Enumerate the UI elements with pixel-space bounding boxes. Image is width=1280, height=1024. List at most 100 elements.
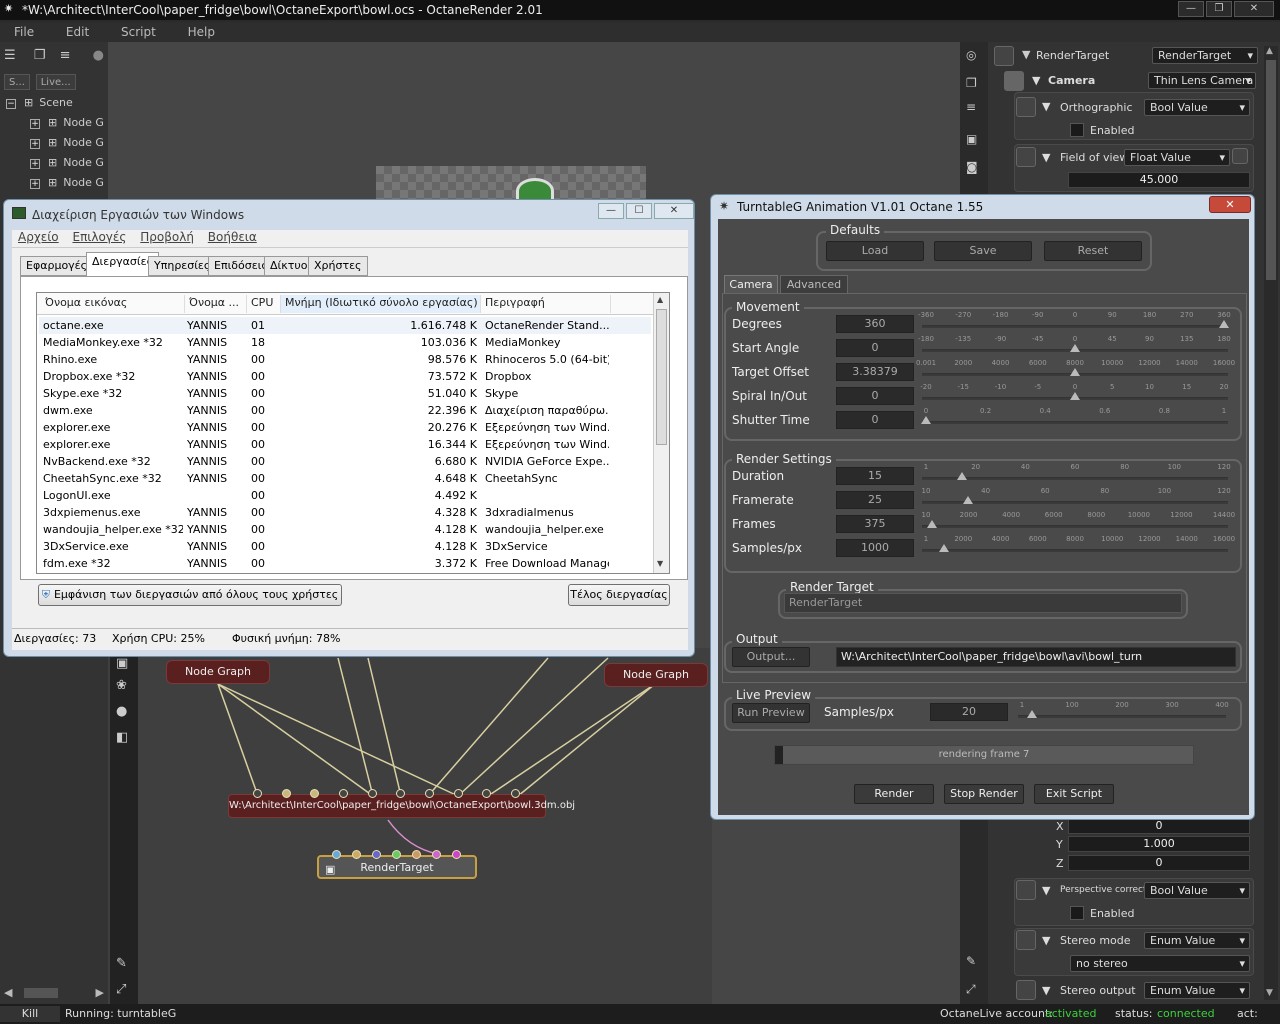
node-pin[interactable] [412, 850, 421, 859]
menu-script[interactable]: Script [121, 25, 156, 39]
scroll-thumb[interactable] [23, 988, 58, 998]
move-row-value-field[interactable]: 3.38379 [836, 363, 914, 381]
render-target-field[interactable]: RenderTarget [784, 593, 1182, 613]
close-button[interactable]: ✕ [654, 203, 694, 219]
image-icon[interactable]: ▣ [966, 132, 977, 146]
process-row[interactable]: explorer.exe YANNIS 00 20.276 K Εξερεύνηση τ… [39, 419, 651, 436]
tree-item[interactable]: + ⊞ Node G [30, 176, 104, 189]
slider-handle[interactable] [1070, 392, 1080, 400]
render-row-value-field[interactable]: 15 [836, 467, 914, 485]
expand-arrow-icon[interactable]: ▼ [1042, 884, 1050, 897]
slider-track[interactable] [922, 421, 1228, 424]
move-row-slider[interactable]: 0 0.2 0.4 0.6 0.8 1 [921, 407, 1228, 429]
node-graph-node-2[interactable]: Node Graph [604, 663, 708, 687]
expand-arrow-icon[interactable]: ▼ [1042, 984, 1050, 997]
render-row-slider[interactable]: 1 2000 4000 6000 8000 10000 12000 14000 16000 [922, 535, 1235, 557]
column-memory[interactable]: Μνήμη (Ιδιωτικό σύνολο εργασίας) [281, 295, 481, 313]
move-row-value-field[interactable]: 0 [836, 411, 914, 429]
scroll-up-icon[interactable]: ▲ [657, 295, 663, 304]
tab-network[interactable]: Δίκτυο [264, 256, 314, 276]
preview-samples-field[interactable]: 20 [930, 703, 1008, 721]
horizontal-scrollbar[interactable]: ◀ ▶ [4, 986, 104, 1000]
inspector-scrollbar[interactable]: ▲ ▼ [1264, 46, 1278, 1000]
process-row[interactable]: Dropbox.exe *32 YANNIS 00 73.572 K Dropbox [39, 368, 651, 385]
node-pin[interactable] [511, 789, 520, 798]
slider-track[interactable] [1018, 715, 1226, 718]
process-row[interactable]: explorer.exe YANNIS 00 16.344 K Εξερεύνηση τ… [39, 436, 651, 453]
z-value-field[interactable]: 0 [1068, 855, 1250, 871]
menu-help[interactable]: Βοήθεια [208, 230, 257, 244]
reset-button[interactable]: Reset [1044, 241, 1142, 261]
node-pin[interactable] [425, 789, 434, 798]
scroll-left-icon[interactable]: ◀ [4, 986, 12, 999]
node-pin[interactable] [332, 850, 341, 859]
y-value-field[interactable]: 1.000 [1068, 836, 1250, 852]
x-value-field[interactable]: 0 [1068, 818, 1250, 834]
tree-item[interactable]: + ⊞ Node G [30, 136, 104, 149]
tree-item[interactable]: + ⊞ Node G [30, 116, 104, 129]
node-pin[interactable] [454, 789, 463, 798]
process-row[interactable]: NvBackend.exe *32 YANNIS 00 6.680 K NVIDIA G… [39, 453, 651, 470]
column-user-name[interactable]: Όνομα ... [185, 295, 247, 313]
menu-view[interactable]: Προβολή [140, 230, 194, 244]
move-row-slider[interactable]: -20 -15 -10 -5 0 5 10 15 20 [920, 383, 1228, 405]
outliner-pin-icon[interactable]: ● [93, 48, 104, 63]
node-pin[interactable] [339, 789, 348, 798]
slider-handle[interactable] [1070, 368, 1080, 376]
fov-value-field[interactable]: 45.000 [1068, 172, 1250, 188]
node-pin[interactable] [396, 789, 405, 798]
camera-icon[interactable]: ◎ [966, 48, 976, 62]
show-all-processes-button[interactable]: ⛨ Εμφάνιση των διεργασιών από όλους τους … [38, 584, 342, 606]
slider-track[interactable] [922, 477, 1228, 480]
tab-camera[interactable]: Camera [724, 275, 778, 293]
preview-samples-slider[interactable]: 1 100 200 300 400 [1018, 701, 1229, 723]
process-row[interactable]: 3dxpiemenus.exe YANNIS 00 4.328 K 3dxradialm… [39, 504, 651, 521]
tree-scene[interactable]: − ⊞ Scene [6, 96, 73, 109]
stereo-mode-dropdown[interactable]: Enum Value [1144, 932, 1250, 949]
tab-services[interactable]: Υπηρεσίες [148, 256, 217, 276]
output-button[interactable]: Output... [732, 647, 810, 667]
process-list-scrollbar[interactable]: ▲ ▼ [653, 293, 669, 573]
outliner-tool-icon[interactable]: ☰ [4, 48, 16, 63]
process-list[interactable]: Όνομα εικόνας Όνομα ... CPU Μνήμη (Ιδιωτ… [36, 292, 670, 574]
menu-edit[interactable]: Edit [66, 25, 89, 39]
turntable-script-window[interactable]: ✷ TurntableG Animation V1.01 Octane 1.55… [710, 194, 1255, 820]
output-path-field[interactable]: W:\Architect\InterCool\paper_fridge\bowl… [836, 647, 1236, 667]
tab-live[interactable]: Live... [35, 74, 76, 90]
load-button[interactable]: Load [826, 241, 924, 261]
maximize-button[interactable]: ❐ [1206, 1, 1232, 17]
tree-item[interactable]: + ⊞ Node G [30, 156, 104, 169]
process-row[interactable]: 3DxService.exe YANNIS 00 4.128 K 3DxService [39, 538, 651, 555]
node-pin[interactable] [482, 789, 491, 798]
move-row-value-field[interactable]: 360 [836, 315, 914, 333]
move-row-slider[interactable]: -360 -270 -180 -90 0 90 180 270 360 [918, 311, 1231, 333]
scroll-down-icon[interactable]: ▼ [657, 559, 663, 568]
render-row-slider[interactable]: 10 2000 4000 6000 8000 10000 12000 14400 [922, 511, 1235, 533]
node-pin[interactable] [253, 789, 262, 798]
menu-help[interactable]: Help [188, 25, 215, 39]
minimize-button[interactable]: — [1178, 1, 1204, 17]
rendertarget-dropdown[interactable]: RenderTarget [1152, 47, 1258, 64]
column-description[interactable]: Περιγραφή [481, 295, 611, 313]
tab-scene[interactable]: S... [4, 74, 30, 90]
tab-applications[interactable]: Εφαρμογές [20, 256, 94, 276]
node-pin[interactable] [452, 850, 461, 859]
slider-handle[interactable] [926, 520, 937, 528]
expand-arrow-icon[interactable]: ▼ [1042, 100, 1050, 113]
process-row[interactable]: fdm.exe *32 YANNIS 00 3.372 K Free Download … [39, 555, 651, 572]
expand-arrow-icon[interactable]: ▼ [1042, 934, 1050, 947]
outliner-copy-icon[interactable]: ❐ [34, 48, 46, 63]
process-row[interactable]: octane.exe YANNIS 01 1.616.748 K OctaneRende… [39, 317, 651, 334]
move-row-value-field[interactable]: 0 [836, 387, 914, 405]
process-row[interactable]: dwm.exe YANNIS 00 22.396 K Διαχείριση παραθύ… [39, 402, 651, 419]
link-icon[interactable] [1232, 148, 1248, 164]
minimize-button[interactable]: — [598, 203, 624, 219]
maximize-button[interactable]: ☐ [626, 203, 652, 219]
slider-track[interactable] [922, 549, 1228, 552]
node-pin[interactable] [352, 850, 361, 859]
slider-handle[interactable] [956, 472, 967, 480]
slider-handle[interactable] [1219, 320, 1229, 328]
wrench-icon[interactable]: ✎ [966, 954, 976, 968]
end-process-button[interactable]: Τέλος διεργασίας [568, 584, 670, 606]
node-pin[interactable] [392, 850, 401, 859]
